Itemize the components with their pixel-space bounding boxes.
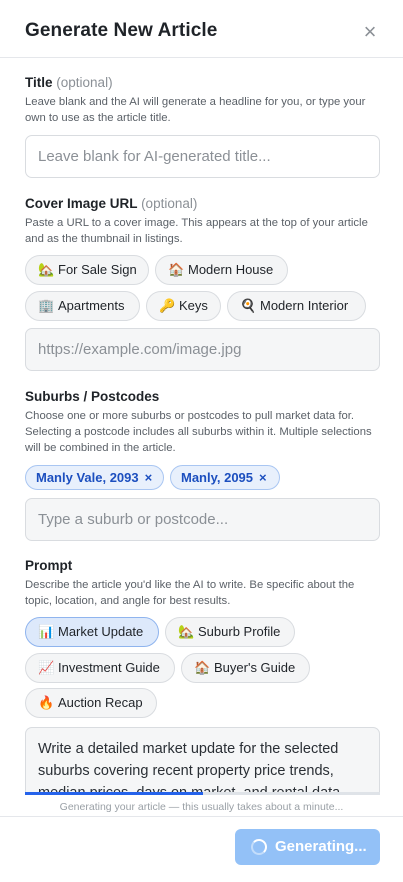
prompt-label: Prompt — [25, 558, 73, 573]
progress-bar — [25, 792, 380, 795]
for-sale-sign-icon: 🏡 — [38, 262, 55, 277]
generate-button-label: Generating... — [275, 838, 367, 855]
bar-chart-icon: 📊 — [38, 624, 55, 639]
dialog-footer: Generating... — [0, 816, 403, 882]
chip-label: Keys — [179, 298, 208, 313]
house-icon: 🏠 — [168, 262, 185, 277]
cover-optional-text: (optional) — [141, 196, 198, 211]
chip-label: Market Update — [58, 624, 144, 639]
interior-icon: 🍳 — [240, 298, 257, 313]
title-input[interactable]: Leave blank for AI-generated title... — [25, 135, 380, 178]
remove-tag-icon[interactable]: × — [259, 466, 267, 489]
trend-chart-icon: 📈 — [38, 660, 55, 675]
suburb-tag: Manly Vale, 2093 × — [25, 465, 164, 490]
cover-chip-modern-interior[interactable]: 🍳 Modern Interior — [227, 291, 366, 321]
cover-chip-for-sale-sign[interactable]: 🏡 For Sale Sign — [25, 255, 149, 285]
chip-label: For Sale Sign — [58, 262, 137, 277]
prompt-chip-auction-recap[interactable]: 🔥 Auction Recap — [25, 688, 157, 718]
suburb-search-input[interactable]: Type a suburb or postcode... — [25, 498, 380, 541]
key-icon: 🔑 — [159, 298, 176, 313]
cover-chip-modern-house[interactable]: 🏠 Modern House — [155, 255, 288, 285]
generate-button[interactable]: Generating... — [235, 829, 380, 865]
chip-label: Modern Interior — [260, 298, 349, 313]
close-icon[interactable]: × — [358, 20, 382, 44]
house-icon: 🏠 — [194, 660, 211, 675]
chip-label: Suburb Profile — [198, 624, 281, 639]
chip-label: Investment Guide — [58, 660, 160, 675]
building-icon: 🏢 — [38, 298, 55, 313]
dialog-header: Generate New Article × — [0, 0, 403, 58]
generation-status: Generating your article — this usually t… — [59, 801, 344, 813]
cover-url-input[interactable]: https://example.com/image.jpg — [25, 328, 380, 371]
chip-label: Modern House — [188, 262, 274, 277]
title-label: Title (optional) — [25, 75, 113, 90]
progress-fill — [25, 792, 203, 795]
prompt-textarea[interactable]: Write a detailed market update for the s… — [25, 727, 380, 795]
prompt-chip-market-update[interactable]: 📊 Market Update — [25, 617, 159, 647]
spinner-icon — [251, 839, 267, 855]
prompt-chip-investment-guide[interactable]: 📈 Investment Guide — [25, 653, 175, 683]
dialog-title: Generate New Article — [25, 20, 218, 41]
dialog-body[interactable]: Title (optional) Leave blank and the AI … — [0, 59, 403, 795]
prompt-chip-suburb-profile[interactable]: 🏡 Suburb Profile — [165, 617, 295, 647]
suburb-tag-label: Manly, 2095 — [181, 470, 254, 485]
suburbs-help: Choose one or more suburbs or postcodes … — [25, 410, 372, 454]
prompt-help: Describe the article you'd like the AI t… — [25, 579, 355, 607]
suburbs-label: Suburbs / Postcodes — [25, 389, 160, 404]
cover-help: Paste a URL to a cover image. This appea… — [25, 217, 368, 245]
fire-icon: 🔥 — [38, 695, 55, 710]
cover-chip-apartments[interactable]: 🏢 Apartments — [25, 291, 140, 321]
prompt-chip-buyers-guide[interactable]: 🏠 Buyer's Guide — [181, 653, 310, 683]
cover-label-text: Cover Image URL — [25, 196, 138, 211]
cover-chip-keys[interactable]: 🔑 Keys — [146, 291, 221, 321]
chip-label: Auction Recap — [58, 695, 143, 710]
cover-label: Cover Image URL (optional) — [25, 196, 197, 211]
suburb-tag-label: Manly Vale, 2093 — [36, 470, 139, 485]
title-label-text: Title — [25, 75, 53, 90]
title-help: Leave blank and the AI will generate a h… — [25, 96, 366, 124]
chip-label: Buyer's Guide — [214, 660, 296, 675]
house-garden-icon: 🏡 — [178, 624, 195, 639]
chip-label: Apartments — [58, 298, 125, 313]
suburb-tag: Manly, 2095 × — [170, 465, 280, 490]
title-optional-text: (optional) — [56, 75, 113, 90]
remove-tag-icon[interactable]: × — [145, 466, 153, 489]
